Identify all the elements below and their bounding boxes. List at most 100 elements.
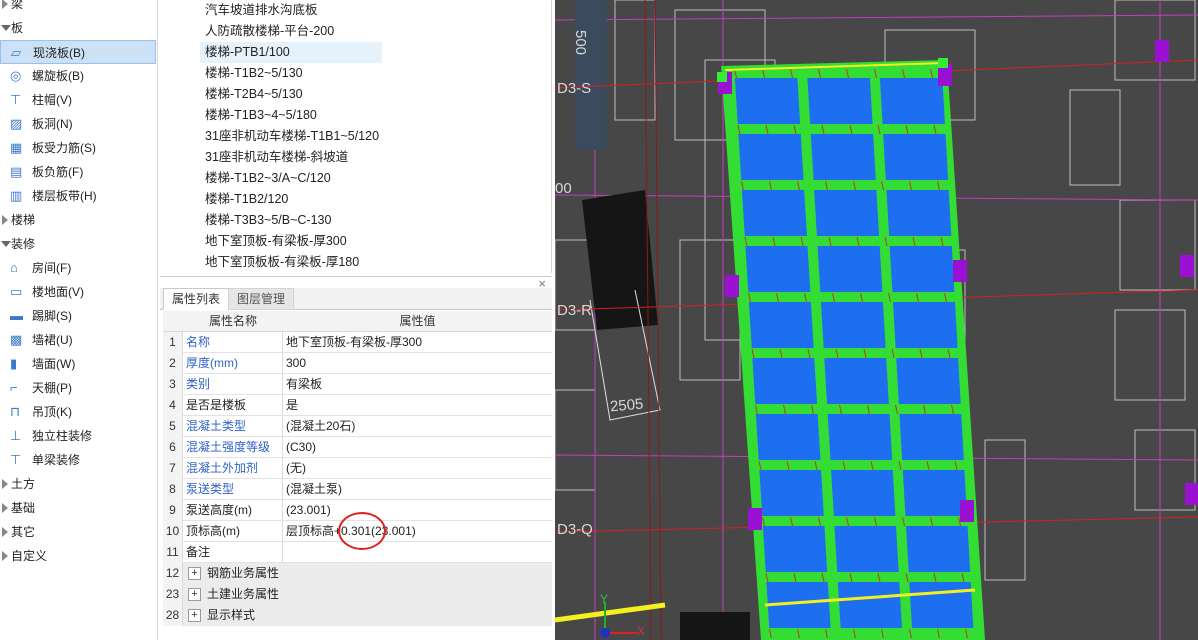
nav-item-17[interactable]: ⊓ 吊顶(K): [0, 400, 156, 424]
nav-item-22[interactable]: 其它: [0, 520, 156, 544]
cad-drawing[interactable]: [555, 0, 1198, 640]
nav-item-18[interactable]: ⊥ 独立柱装修: [0, 424, 156, 448]
dimension-label-00: 00: [555, 180, 572, 197]
nav-item-0[interactable]: 梁: [0, 0, 156, 16]
slab-panel: [748, 302, 814, 348]
cad-viewport[interactable]: D3-S D3-R D3-Q 500 2505 00 X Y: [555, 0, 1198, 640]
nav-item-13[interactable]: ▬ 踢脚(S): [0, 304, 156, 328]
property-value[interactable]: (无): [283, 458, 552, 479]
property-value[interactable]: 300: [283, 353, 552, 374]
nav-item-7[interactable]: ▤ 板负筋(F): [0, 160, 156, 184]
component-list-item[interactable]: 楼梯-T1B2~3/A~C/120: [200, 168, 331, 189]
slab-panel: [810, 134, 876, 180]
property-row[interactable]: 6 混凝土强度等级 (C30): [163, 437, 552, 458]
property-row[interactable]: 7 混凝土外加剂 (无): [163, 458, 552, 479]
nav-item-12[interactable]: ▭ 楼地面(V): [0, 280, 156, 304]
nav-item-5[interactable]: ▨ 板洞(N): [0, 112, 156, 136]
property-row[interactable]: 2 厚度(mm) 300: [163, 353, 552, 374]
component-list-item[interactable]: 楼梯-T1B2~5/130: [200, 63, 303, 84]
component-list-item[interactable]: 汽车坡道排水沟底板: [200, 0, 318, 21]
component-list-item[interactable]: 31座非机动车楼梯-T1B1~5/120: [200, 126, 379, 147]
property-row[interactable]: 3 类别 有梁板: [163, 374, 552, 395]
property-name: 备注: [183, 542, 283, 563]
nav-group-label: 装修: [11, 237, 36, 251]
property-value[interactable]: (混凝土20石): [283, 416, 552, 437]
building-outline: [679, 239, 741, 381]
component-list-item[interactable]: 楼梯-T3B3~5/B~C-130: [200, 210, 331, 231]
component-list-item[interactable]: 地下室顶板-有梁板-厚300: [200, 231, 347, 252]
floor-slab-strip-icon: ▥: [10, 188, 23, 203]
property-value[interactable]: 层顶标高+0.301(23.001): [283, 521, 552, 542]
collapse-triangle-icon[interactable]: [1, 25, 11, 31]
component-list-item[interactable]: 人防疏散楼梯-平台-200: [200, 21, 334, 42]
dimension-label-2505: 2505: [609, 395, 645, 416]
property-value[interactable]: (C30): [283, 437, 552, 458]
beam-decoration-icon: ⊤: [10, 452, 22, 467]
expand-triangle-icon[interactable]: [2, 479, 8, 489]
property-row[interactable]: 12 + 钢筋业务属性: [163, 563, 552, 584]
ucs-origin: [600, 628, 610, 638]
property-row[interactable]: 23 + 土建业务属性: [163, 584, 552, 605]
expand-plus-icon[interactable]: +: [188, 588, 201, 601]
nav-item-label: 柱帽(V): [32, 93, 72, 107]
slab-panel: [741, 190, 807, 236]
highlight-line: [555, 602, 666, 623]
expand-triangle-icon[interactable]: [2, 503, 8, 513]
property-row[interactable]: 1 名称 地下室顶板-有梁板-厚300: [163, 332, 552, 353]
column-marker: [953, 260, 967, 282]
nav-item-8[interactable]: ▥ 楼层板带(H): [0, 184, 156, 208]
expand-plus-icon[interactable]: +: [188, 609, 201, 622]
nav-item-4[interactable]: ⊤ 柱帽(V): [0, 88, 156, 112]
property-value[interactable]: 地下室顶板-有梁板-厚300: [283, 332, 552, 353]
navy-block: [575, 0, 607, 150]
nav-item-9[interactable]: 楼梯: [0, 208, 156, 232]
property-row[interactable]: 5 混凝土类型 (混凝土20石): [163, 416, 552, 437]
expand-triangle-icon[interactable]: [2, 527, 8, 537]
property-value[interactable]: 有梁板: [283, 374, 552, 395]
component-list-item[interactable]: 楼梯-T1B3~4~5/180: [200, 105, 317, 126]
property-value[interactable]: (23.001): [283, 500, 552, 521]
component-list-item[interactable]: 楼梯-PTB1/100: [200, 42, 382, 63]
suspended-ceiling-icon: ⊓: [10, 404, 21, 419]
nav-item-23[interactable]: 自定义: [0, 544, 156, 568]
property-value[interactable]: [283, 542, 552, 563]
property-row[interactable]: 9 泵送高度(m) (23.001): [163, 500, 552, 521]
slab-panel: [759, 470, 824, 516]
nav-group-label: 基础: [11, 501, 36, 515]
collapse-triangle-icon[interactable]: [1, 241, 11, 247]
component-list-item[interactable]: 地下室顶板板-有梁板-厚180: [200, 252, 359, 273]
row-number: 5: [163, 416, 183, 437]
row-number: 8: [163, 479, 183, 500]
expand-triangle-icon[interactable]: [2, 551, 8, 561]
property-row[interactable]: 28 + 显示样式: [163, 605, 552, 626]
nav-item-14[interactable]: ▩ 墙裙(U): [0, 328, 156, 352]
nav-item-3[interactable]: ◎ 螺旋板(B): [0, 64, 156, 88]
nav-item-2[interactable]: ▱ 现浇板(B): [0, 40, 156, 64]
property-name: 类别: [183, 374, 283, 395]
component-list-item[interactable]: 31座非机动车楼梯-斜坡道: [200, 147, 348, 168]
nav-item-16[interactable]: ⌐ 天棚(P): [0, 376, 156, 400]
nav-item-21[interactable]: 基础: [0, 496, 156, 520]
property-row[interactable]: 8 泵送类型 (混凝土泵): [163, 479, 552, 500]
nav-item-6[interactable]: ▦ 板受力筋(S): [0, 136, 156, 160]
nav-item-20[interactable]: 土方: [0, 472, 156, 496]
expand-plus-icon[interactable]: +: [188, 567, 201, 580]
nav-item-label: 天棚(P): [32, 381, 72, 395]
expand-triangle-icon[interactable]: [2, 0, 8, 9]
property-row[interactable]: 10 顶标高(m) 层顶标高+0.301(23.001): [163, 521, 552, 542]
tab-property-list[interactable]: 属性列表: [163, 288, 230, 310]
nav-item-19[interactable]: ⊤ 单梁装修: [0, 448, 156, 472]
property-row[interactable]: 11 备注: [163, 542, 552, 563]
component-list-item[interactable]: 楼梯-T1B2/120: [200, 189, 288, 210]
expand-triangle-icon[interactable]: [2, 215, 8, 225]
nav-item-15[interactable]: ▮ 墙面(W): [0, 352, 156, 376]
nav-item-1[interactable]: 板: [0, 16, 156, 40]
nav-item-11[interactable]: ⌂ 房间(F): [0, 256, 156, 280]
component-list-item[interactable]: 楼梯-T2B4~5/130: [200, 84, 303, 105]
row-number: 7: [163, 458, 183, 479]
nav-item-10[interactable]: 装修: [0, 232, 156, 256]
property-row[interactable]: 4 是否是楼板是: [163, 395, 552, 416]
property-value[interactable]: (混凝土泵): [283, 479, 552, 500]
tab-layer-management[interactable]: 图层管理: [228, 288, 295, 310]
property-value[interactable]: 是: [283, 395, 552, 416]
